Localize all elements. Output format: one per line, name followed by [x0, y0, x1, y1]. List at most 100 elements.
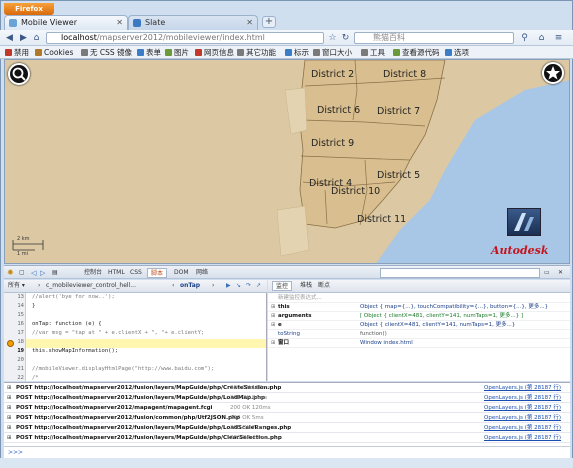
source-link[interactable]: OpenLayers.js (第 28187 行): [484, 414, 561, 423]
watch-row[interactable]: toString function(): [268, 330, 570, 339]
firebug-search-input[interactable]: [380, 268, 540, 278]
home-icon[interactable]: ⌂: [535, 32, 548, 44]
tab-stack[interactable]: 堆栈: [300, 281, 312, 291]
expand-icon[interactable]: ⊞: [271, 303, 275, 312]
home-icon[interactable]: ⌂: [30, 32, 43, 44]
toolbar-item-cookies[interactable]: Cookies: [34, 47, 73, 58]
tab-dom[interactable]: DOM: [174, 268, 189, 278]
toolbar-item-label: 工具: [370, 48, 385, 57]
watch-row[interactable]: ⊞ this Object { map={...}, touchCompatib…: [268, 303, 570, 312]
source-link[interactable]: OpenLayers.js (第 28187 行): [484, 424, 561, 433]
console-row[interactable]: ⊞ POST http://localhost/mapserver2012/fu…: [4, 394, 570, 403]
address-bar[interactable]: localhost/mapserver2012/mobileviewer/ind…: [46, 32, 324, 44]
source-link[interactable]: OpenLayers.js (第 28187 行): [484, 384, 561, 393]
expand-icon[interactable]: ⊞: [271, 312, 275, 321]
district-label[interactable]: District 11: [357, 214, 406, 225]
expand-icon[interactable]: ⊞: [7, 384, 12, 393]
tab-slate[interactable]: Slate ✕: [128, 15, 258, 30]
minimize-icon[interactable]: ▭: [544, 268, 550, 278]
inspect-icon[interactable]: ▢: [19, 268, 25, 278]
tab-console[interactable]: 控制台: [84, 268, 102, 278]
new-tab-button[interactable]: +: [262, 16, 276, 28]
back-icon[interactable]: ◀: [3, 32, 16, 44]
district-label[interactable]: District 2: [311, 69, 354, 80]
menu-icon[interactable]: ≡: [552, 32, 565, 44]
district-label[interactable]: District 9: [311, 138, 354, 149]
source-link[interactable]: OpenLayers.js (第 28187 行): [484, 434, 561, 443]
info-icon: [195, 49, 202, 56]
toolbar-item-misc[interactable]: 其它功能: [236, 47, 276, 58]
tab-watch[interactable]: 监控: [272, 281, 293, 291]
firebug-icon[interactable]: ✹: [7, 268, 14, 278]
district-label[interactable]: District 5: [377, 170, 420, 181]
toolbar-item-info[interactable]: 网页信息: [194, 47, 234, 58]
console-row[interactable]: ⊞ POST http://localhost/mapserver2012/fu…: [4, 384, 570, 393]
forward-icon[interactable]: ▶: [17, 32, 30, 44]
expand-icon[interactable]: ⊞: [271, 339, 275, 348]
search-icon[interactable]: ⚲: [518, 32, 531, 44]
console-row[interactable]: ⊞ POST http://localhost/mapserver2012/fu…: [4, 414, 570, 423]
close-icon[interactable]: ✕: [558, 268, 563, 278]
map-viewer[interactable]: District 2 District 8 District 6 Distric…: [4, 59, 570, 264]
toolbar-item-css[interactable]: 无 CSS 镜像: [80, 47, 132, 58]
expand-icon[interactable]: ⊞: [7, 404, 12, 413]
search-input[interactable]: 熊猫百科: [354, 32, 514, 44]
tab-html[interactable]: HTML: [108, 268, 125, 278]
watch-row[interactable]: ⊞ e Object { clientX=481, clientY=141, n…: [268, 321, 570, 330]
map-canvas[interactable]: [5, 60, 570, 264]
expand-icon[interactable]: ⊞: [271, 321, 275, 330]
step-out-icon[interactable]: ↗: [256, 281, 261, 291]
watch-panel[interactable]: 新建监控表达式... ⊞ this Object { map={...}, to…: [268, 293, 570, 381]
district-label[interactable]: District 8: [383, 69, 426, 80]
tab-breakpoints[interactable]: 断点: [318, 281, 330, 291]
toolbar-item-tools[interactable]: 工具: [360, 47, 385, 58]
script-source-panel[interactable]: 13 //alert('bye for now..'); 14 } 15 16 …: [4, 293, 267, 381]
toolbar-item-outline[interactable]: 标示: [284, 47, 309, 58]
request-status: 200 OK 49ms: [230, 435, 268, 441]
district-label[interactable]: District 7: [377, 106, 420, 117]
script-filter-select[interactable]: 所有 ▾: [8, 281, 25, 291]
function-breadcrumb[interactable]: onTap: [180, 281, 200, 291]
expand-icon[interactable]: ⊞: [7, 424, 12, 433]
watch-row[interactable]: ⊞ 窗口 Window index.html: [268, 339, 570, 348]
console-row[interactable]: ⊞ POST http://localhost/mapserver2012/fu…: [4, 424, 570, 433]
district-label[interactable]: District 6: [317, 105, 360, 116]
favorites-button[interactable]: [542, 62, 564, 84]
pause-icon[interactable]: ▤: [52, 268, 58, 278]
forward-icon[interactable]: ▷: [40, 268, 45, 278]
step-into-icon[interactable]: ↘: [236, 281, 241, 291]
source-link[interactable]: OpenLayers.js (第 28187 行): [484, 394, 561, 403]
expand-icon[interactable]: ⊞: [7, 434, 12, 443]
watch-subtoolbar: 监控 堆栈 断点: [268, 280, 570, 293]
tab-css[interactable]: CSS: [130, 268, 142, 278]
reload-icon[interactable]: ↻: [339, 32, 352, 44]
command-line-input[interactable]: >>>: [4, 446, 570, 458]
expand-icon[interactable]: ⊞: [7, 414, 12, 423]
toolbar-item-disable[interactable]: 禁用: [4, 47, 29, 58]
toolbar-item-source[interactable]: 查看源代码: [392, 47, 440, 58]
search-map-button[interactable]: [8, 63, 30, 85]
watch-key: toString: [278, 331, 300, 337]
expand-icon[interactable]: ⊞: [7, 394, 12, 403]
tab-mobile-viewer[interactable]: Mobile Viewer ✕: [4, 15, 128, 30]
back-icon[interactable]: ◁: [31, 268, 36, 278]
star-icon[interactable]: ☆: [326, 32, 339, 44]
district-label[interactable]: District 10: [331, 186, 380, 197]
toolbar-item-forms[interactable]: 表单: [136, 47, 161, 58]
close-icon[interactable]: ✕: [116, 16, 123, 30]
new-watch-row[interactable]: 新建监控表达式...: [268, 294, 570, 303]
close-icon[interactable]: ✕: [246, 16, 253, 30]
console-row[interactable]: ⊞ POST http://localhost/mapserver2012/fu…: [4, 434, 570, 443]
console-log[interactable]: ⊞ POST http://localhost/mapserver2012/fu…: [4, 382, 570, 446]
toolbar-item-options[interactable]: 选项: [444, 47, 469, 58]
toolbar-item-resize[interactable]: 窗口大小: [312, 47, 352, 58]
toolbar-item-images[interactable]: 图片: [164, 47, 189, 58]
tab-script[interactable]: 脚本: [147, 268, 168, 278]
tab-network[interactable]: 网络: [196, 268, 208, 278]
console-row[interactable]: ⊞ POST http://localhost/mapserver2012/ma…: [4, 404, 570, 413]
source-link[interactable]: OpenLayers.js (第 28187 行): [484, 404, 561, 413]
watch-row[interactable]: ⊞ arguments [ Object { clientX=481, clie…: [268, 312, 570, 321]
script-file-select[interactable]: c_mobileviewer_control_hell...: [46, 281, 136, 291]
step-over-icon[interactable]: ↷: [246, 281, 251, 291]
play-icon[interactable]: ▶: [226, 281, 231, 291]
